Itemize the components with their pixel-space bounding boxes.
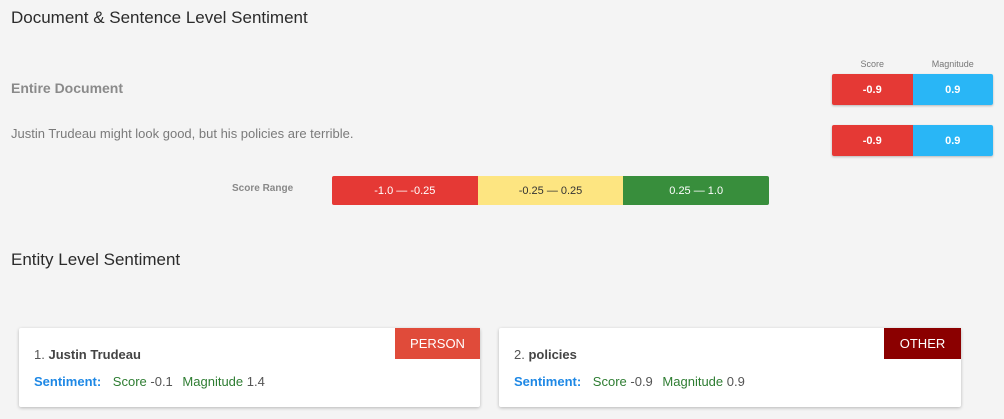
score-value: -0.1: [150, 374, 173, 389]
entity-name-text: Justin Trudeau: [48, 347, 141, 362]
range-negative: -1.0 — -0.25: [332, 176, 478, 205]
range-neutral: -0.25 — 0.25: [477, 176, 624, 205]
entity-index: 1.: [34, 347, 45, 362]
entity-sentiment: Sentiment: Score -0.1 Magnitude 1.4: [34, 374, 271, 389]
magnitude-key: Magnitude: [182, 374, 244, 389]
range-positive: 0.25 — 1.0: [623, 176, 769, 205]
sentence-score: -0.9: [832, 125, 913, 156]
sentence-magnitude: 0.9: [912, 125, 993, 156]
sentiment-label: Sentiment:: [34, 374, 102, 389]
entire-document-sentiment: -0.9 0.9: [832, 74, 993, 105]
entire-document-magnitude: 0.9: [912, 74, 993, 105]
score-key: Score: [592, 374, 627, 389]
entity-sentiment: Sentiment: Score -0.9 Magnitude 0.9: [514, 374, 751, 389]
sentence-sentiment: -0.9 0.9: [832, 125, 993, 156]
entity-index: 2.: [514, 347, 525, 362]
score-column-label: Score: [860, 59, 884, 69]
entire-document-score: -0.9: [832, 74, 913, 105]
magnitude-value: 0.9: [726, 374, 745, 389]
score-range-legend: -1.0 — -0.25 -0.25 — 0.25 0.25 — 1.0: [332, 176, 769, 205]
entity-card: PERSON 1. Justin Trudeau Sentiment: Scor…: [19, 328, 480, 407]
entire-document-label: Entire Document: [11, 80, 124, 96]
entity-type-badge: OTHER: [884, 328, 961, 359]
entity-name: 1. Justin Trudeau: [34, 347, 141, 362]
entity-name-text: policies: [528, 347, 577, 362]
score-range-label: Score Range: [232, 183, 294, 194]
sentence-text: Justin Trudeau might look good, but his …: [11, 126, 354, 141]
entity-card: OTHER 2. policies Sentiment: Score -0.9 …: [499, 328, 961, 407]
sentiment-label: Sentiment:: [514, 374, 582, 389]
column-headers: Score Magnitude: [832, 59, 993, 69]
entity-type-badge: PERSON: [395, 328, 480, 359]
magnitude-key: Magnitude: [662, 374, 724, 389]
entity-name: 2. policies: [514, 347, 577, 362]
doc-sentiment-heading: Document & Sentence Level Sentiment: [11, 8, 308, 27]
entity-sentiment-heading: Entity Level Sentiment: [11, 250, 181, 269]
score-key: Score: [112, 374, 147, 389]
magnitude-column-label: Magnitude: [931, 59, 974, 69]
magnitude-value: 1.4: [246, 374, 265, 389]
score-value: -0.9: [630, 374, 653, 389]
